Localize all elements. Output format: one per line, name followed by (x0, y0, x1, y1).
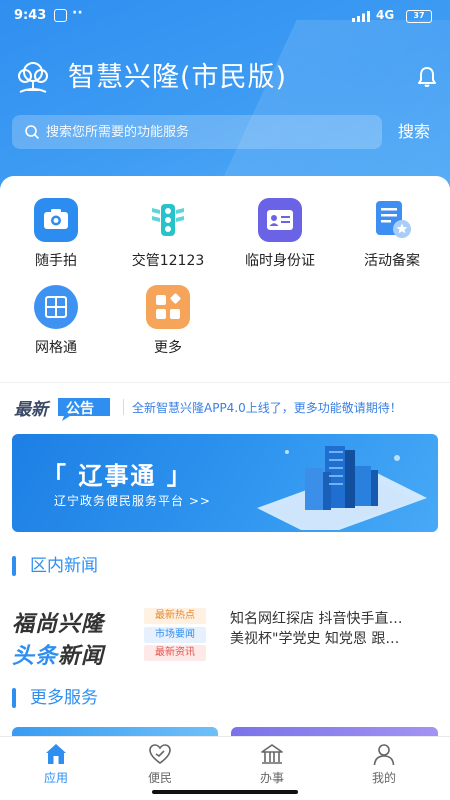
func-label: 临时身份证 (245, 253, 315, 269)
func-label: 交管12123 (131, 253, 205, 269)
more-notifications-icon: ·· (72, 5, 83, 21)
grid-icon (34, 285, 78, 329)
more-services-header: 更多服务 (12, 686, 212, 710)
section-accent (12, 556, 16, 576)
search-button[interactable]: 搜索 (398, 120, 430, 144)
news-brand-line2-b: 新闻 (58, 644, 105, 669)
tab-label: 办事 (259, 771, 284, 785)
service-card-right[interactable] (231, 727, 438, 736)
tab-label: 便民 (147, 771, 172, 785)
func-item-snapshot[interactable]: 随手拍 (0, 198, 112, 270)
news-brand-line2-a: 头条 (12, 644, 59, 669)
func-item-traffic[interactable]: 交管12123 (112, 198, 224, 270)
notice-badge-prefix: 最新 (14, 400, 51, 420)
search-icon (25, 125, 40, 140)
news-brand-line1: 福尚兴隆 (12, 612, 105, 637)
func-item-grid[interactable]: 网格通 (0, 285, 112, 357)
news-list[interactable]: 福尚兴隆 头条新闻 最新热点 市场要闻 最新资讯 知名网红探店 抖音快手直… 美… (0, 596, 450, 672)
tab-apps[interactable]: 应用 (0, 739, 112, 785)
func-label: 网格通 (35, 340, 77, 356)
section-title: 更多服务 (30, 688, 98, 708)
heart-icon (149, 744, 171, 764)
building-icon (261, 744, 283, 764)
tag-hot[interactable]: 最新热点 (144, 608, 206, 624)
notice-divider (123, 399, 124, 415)
network-type: 4G (376, 8, 395, 22)
banner-subtitle: 辽宁政务便民服务平台 >> (54, 494, 211, 508)
app-title: 智慧兴隆(市民版) (68, 62, 288, 93)
city-logo-icon (18, 62, 48, 93)
id-card-icon (258, 198, 302, 242)
notification-app-icon (54, 9, 67, 22)
announcement-bar[interactable]: 最新 公告 全新智慧兴隆APP4.0上线了，更多功能敬请期待！ (0, 382, 450, 430)
tab-services[interactable]: 办事 (216, 739, 328, 785)
tab-convenience[interactable]: 便民 (104, 739, 216, 785)
liaoshitong-banner[interactable]: 「 辽事通 」 辽宁政务便民服务平台 >> (12, 434, 438, 532)
func-label: 更多 (154, 340, 182, 356)
func-item-activity-record[interactable]: 活动备案 (336, 198, 448, 270)
signal-icon (352, 11, 370, 22)
tab-label: 应用 (43, 771, 68, 785)
home-indicator[interactable] (152, 790, 298, 794)
news-brand-line2: 头条新闻 (12, 638, 104, 670)
city-phone-illustration (257, 446, 427, 530)
func-label: 随手拍 (35, 253, 77, 269)
tab-label: 我的 (371, 771, 396, 785)
service-card-left[interactable] (12, 727, 218, 736)
func-label: 活动备案 (364, 253, 420, 269)
camera-icon (34, 198, 78, 242)
battery-icon: 37 (406, 10, 432, 23)
latest-notice-badge: 最新 公告 (14, 398, 110, 421)
banner-title: 「 辽事通 」 (42, 462, 193, 490)
notification-bell-icon[interactable] (415, 65, 439, 89)
tab-profile[interactable]: 我的 (328, 739, 440, 785)
district-news-header: 区内新闻 (12, 554, 212, 578)
func-item-more[interactable]: 更多 (112, 285, 224, 357)
notice-badge-suffix: 公告 (66, 400, 94, 417)
traffic-light-icon (152, 204, 184, 236)
file-record-icon (376, 201, 411, 238)
user-icon (373, 744, 395, 766)
app-header: 9:43 ·· 4G 37 智慧兴隆(市民版) 搜索 (0, 0, 450, 200)
more-apps-icon (146, 285, 190, 329)
news-headline-1[interactable]: 知名网红探店 抖音快手直… (230, 608, 440, 628)
status-time: 9:43 (14, 8, 47, 23)
tag-latest[interactable]: 最新资讯 (144, 645, 206, 661)
section-accent (12, 688, 16, 708)
func-item-temp-id[interactable]: 临时身份证 (224, 198, 336, 270)
search-bar[interactable] (12, 115, 382, 149)
home-icon (46, 744, 66, 764)
news-headline-2[interactable]: 美视杯"学党史 知党恩 跟… (230, 628, 440, 648)
section-title: 区内新闻 (30, 556, 98, 576)
tag-market[interactable]: 市场要闻 (144, 627, 206, 643)
status-bar: 9:43 ·· 4G 37 (0, 0, 450, 32)
notice-text: 全新智慧兴隆APP4.0上线了，更多功能敬请期待！ (132, 401, 402, 415)
search-input[interactable] (46, 115, 376, 149)
